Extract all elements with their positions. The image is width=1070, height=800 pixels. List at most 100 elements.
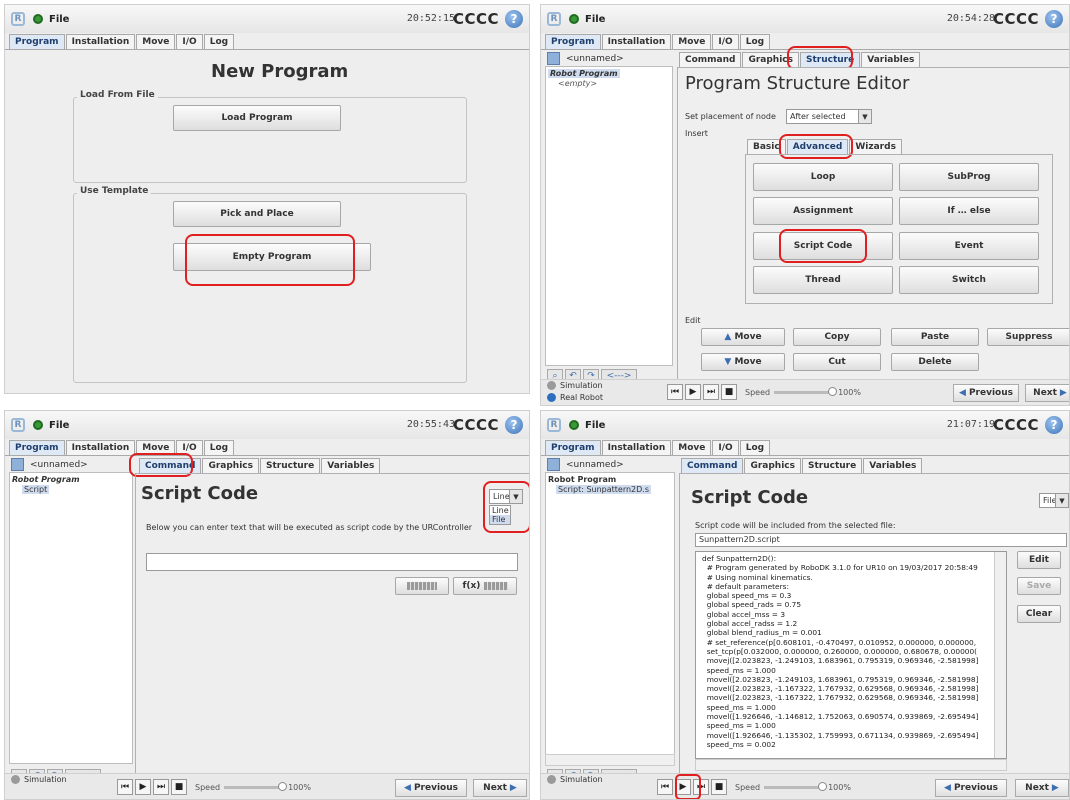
help-icon[interactable]: ? xyxy=(1045,416,1063,434)
step-icon[interactable]: ⏭ xyxy=(703,384,719,400)
stop-icon[interactable]: ■ xyxy=(721,384,737,400)
power-status-icon[interactable] xyxy=(33,14,43,24)
option-file[interactable]: File xyxy=(490,515,510,524)
next-button[interactable]: Next ▶ xyxy=(1015,779,1069,797)
stop-icon[interactable]: ■ xyxy=(171,779,187,795)
switch-button[interactable]: Switch xyxy=(899,266,1039,294)
next-button[interactable]: Next ▶ xyxy=(1025,384,1069,402)
tab-graphics[interactable]: Graphics xyxy=(742,52,799,67)
rewind-icon[interactable]: ⏮ xyxy=(657,779,673,795)
file-menu[interactable]: File xyxy=(585,420,605,431)
script-code-button[interactable]: Script Code xyxy=(753,232,893,260)
tab-command[interactable]: Command xyxy=(681,458,744,473)
file-menu[interactable]: File xyxy=(585,14,605,25)
suppress-button[interactable]: Suppress xyxy=(987,328,1069,346)
event-button[interactable]: Event xyxy=(899,232,1039,260)
power-status-icon[interactable] xyxy=(569,420,579,430)
tree-script-node[interactable]: Script xyxy=(22,485,50,494)
pick-and-place-button[interactable]: Pick and Place xyxy=(173,201,341,227)
tab-program[interactable]: Program xyxy=(9,34,65,49)
empty-program-button[interactable]: Empty Program xyxy=(173,243,371,271)
file-menu[interactable]: File xyxy=(49,420,69,431)
step-icon[interactable]: ⏭ xyxy=(693,779,709,795)
tab-io[interactable]: I/O xyxy=(176,34,203,49)
if-else-button[interactable]: If … else xyxy=(899,197,1039,225)
tab-move[interactable]: Move xyxy=(136,440,176,455)
help-icon[interactable]: ? xyxy=(505,416,523,434)
tab-structure[interactable]: Structure xyxy=(802,458,863,473)
help-icon[interactable]: ? xyxy=(1045,10,1063,28)
thread-button[interactable]: Thread xyxy=(753,266,893,294)
script-mode-select[interactable]: File ▼ xyxy=(1039,493,1069,508)
script-code-viewer[interactable]: def Sunpattern2D(): # Program generated … xyxy=(695,551,1007,759)
tab-log[interactable]: Log xyxy=(739,34,771,49)
tree-script-node[interactable]: Script: Sunpattern2D.s xyxy=(556,485,652,494)
tab-structure[interactable]: Structure xyxy=(260,458,321,473)
speed-slider[interactable] xyxy=(774,387,838,396)
tab-graphics[interactable]: Graphics xyxy=(202,458,259,473)
paste-button[interactable]: Paste xyxy=(891,328,979,346)
placement-select[interactable]: After selected ▼ xyxy=(786,109,872,124)
script-filename-field[interactable]: Sunpattern2D.script xyxy=(695,533,1067,547)
previous-button[interactable]: ◀ Previous xyxy=(953,384,1019,402)
step-icon[interactable]: ⏭ xyxy=(153,779,169,795)
tab-graphics[interactable]: Graphics xyxy=(744,458,801,473)
speed-slider-knob[interactable] xyxy=(278,782,288,791)
tree-robot-program[interactable]: Robot Program xyxy=(12,475,80,484)
script-mode-select[interactable]: Line ▼ xyxy=(489,489,523,504)
rewind-icon[interactable]: ⏮ xyxy=(667,384,683,400)
save-icon[interactable] xyxy=(547,458,560,471)
tab-move[interactable]: Move xyxy=(672,34,712,49)
clear-button[interactable]: Clear xyxy=(1017,605,1061,623)
save-icon[interactable] xyxy=(11,458,24,471)
play-icon[interactable]: ▶ xyxy=(135,779,151,795)
code-horizontal-scrollbar[interactable] xyxy=(695,759,1007,771)
tab-variables[interactable]: Variables xyxy=(861,52,921,67)
tab-variables[interactable]: Variables xyxy=(321,458,381,473)
play-icon[interactable]: ▶ xyxy=(675,779,691,795)
tab-program[interactable]: Program xyxy=(9,440,65,455)
tab-structure[interactable]: Structure xyxy=(800,52,861,67)
tab-program[interactable]: Program xyxy=(545,440,601,455)
mode-real-robot[interactable]: Real Robot xyxy=(547,393,603,402)
tab-log[interactable]: Log xyxy=(203,440,235,455)
mode-simulation[interactable]: Simulation xyxy=(547,381,603,390)
save-button[interactable]: Save xyxy=(1017,577,1061,595)
tab-program[interactable]: Program xyxy=(545,34,601,49)
mode-simulation[interactable]: Simulation xyxy=(11,775,67,784)
tab-variables[interactable]: Variables xyxy=(863,458,923,473)
next-button[interactable]: Next ▶ xyxy=(473,779,527,797)
play-icon[interactable]: ▶ xyxy=(685,384,701,400)
load-program-button[interactable]: Load Program xyxy=(173,105,341,131)
file-menu[interactable]: File xyxy=(49,14,69,25)
copy-button[interactable]: Copy xyxy=(793,328,881,346)
code-vertical-scrollbar[interactable] xyxy=(994,552,1006,758)
tab-move[interactable]: Move xyxy=(672,440,712,455)
tab-io[interactable]: I/O xyxy=(712,34,739,49)
move-up-button[interactable]: ▲ Move xyxy=(701,328,785,346)
tab-basic[interactable]: Basic xyxy=(747,139,786,154)
move-down-button[interactable]: ▼ Move xyxy=(701,353,785,371)
tab-advanced[interactable]: Advanced xyxy=(786,139,849,154)
tab-move[interactable]: Move xyxy=(136,34,176,49)
rewind-icon[interactable]: ⏮ xyxy=(117,779,133,795)
tree-robot-program[interactable]: Robot Program xyxy=(548,69,620,78)
speed-slider-knob[interactable] xyxy=(828,387,838,396)
tab-installation[interactable]: Installation xyxy=(65,34,136,49)
power-status-icon[interactable] xyxy=(33,420,43,430)
subprog-button[interactable]: SubProg xyxy=(899,163,1039,191)
cut-button[interactable]: Cut xyxy=(793,353,881,371)
tree-horizontal-scrollbar[interactable] xyxy=(545,754,675,766)
save-icon[interactable] xyxy=(547,52,560,65)
speed-slider[interactable] xyxy=(224,782,288,791)
loop-button[interactable]: Loop xyxy=(753,163,893,191)
tab-io[interactable]: I/O xyxy=(712,440,739,455)
stop-icon[interactable]: ■ xyxy=(711,779,727,795)
tab-installation[interactable]: Installation xyxy=(601,440,672,455)
power-status-icon[interactable] xyxy=(569,14,579,24)
tab-command[interactable]: Command xyxy=(679,52,742,67)
help-icon[interactable]: ? xyxy=(505,10,523,28)
previous-button[interactable]: ◀ Previous xyxy=(395,779,467,797)
tab-log[interactable]: Log xyxy=(203,34,235,49)
tree-empty-node[interactable]: <empty> xyxy=(558,79,597,88)
